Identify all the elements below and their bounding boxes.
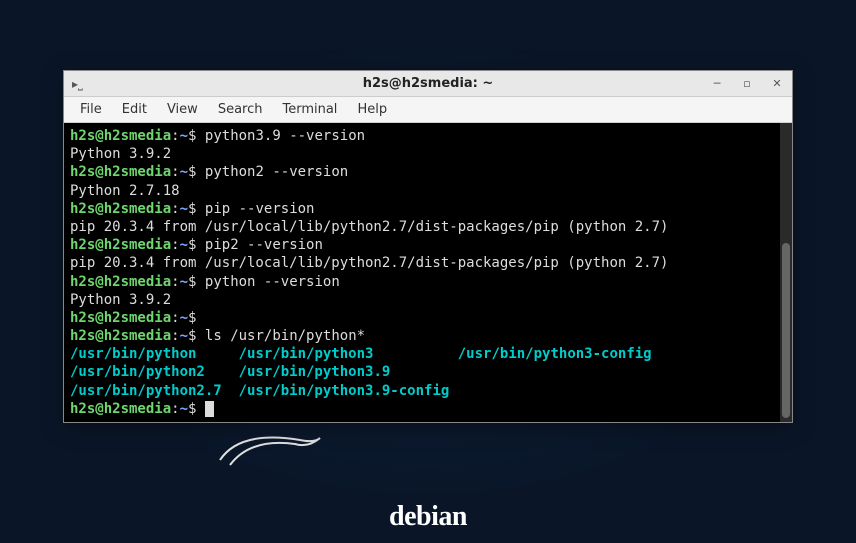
prompt-sep: : bbox=[171, 274, 179, 290]
close-button[interactable]: ✕ bbox=[770, 77, 784, 91]
command-line: python2 --version bbox=[205, 164, 348, 180]
prompt-symbol: $ bbox=[188, 328, 196, 344]
window-title: h2s@h2smedia: ~ bbox=[64, 76, 792, 91]
output-line: Python 2.7.18 bbox=[70, 182, 786, 200]
terminal-body[interactable]: h2s@h2smedia:~$ python3.9 --versionPytho… bbox=[64, 123, 792, 422]
prompt-symbol: $ bbox=[188, 164, 196, 180]
command-line: ls /usr/bin/python* bbox=[205, 328, 365, 344]
prompt-symbol: $ bbox=[188, 237, 196, 253]
prompt-user: h2s@h2smedia bbox=[70, 237, 171, 253]
terminal-scrollbar[interactable] bbox=[780, 123, 792, 422]
prompt-sep: : bbox=[171, 201, 179, 217]
command-line: pip2 --version bbox=[205, 237, 323, 253]
prompt-symbol: $ bbox=[188, 128, 196, 144]
prompt-user: h2s@h2smedia bbox=[70, 310, 171, 326]
prompt-path: ~ bbox=[180, 201, 188, 217]
menu-file[interactable]: File bbox=[70, 98, 112, 121]
prompt-user: h2s@h2smedia bbox=[70, 128, 171, 144]
terminal-content[interactable]: h2s@h2smedia:~$ python3.9 --versionPytho… bbox=[70, 127, 786, 418]
prompt-symbol: $ bbox=[188, 274, 196, 290]
prompt-symbol: $ bbox=[188, 401, 196, 417]
prompt-path: ~ bbox=[180, 164, 188, 180]
prompt-symbol: $ bbox=[188, 201, 196, 217]
titlebar[interactable]: ▸⎵ h2s@h2smedia: ~ ─ ▫ ✕ bbox=[64, 71, 792, 97]
debian-logo-text: debian bbox=[389, 501, 467, 533]
menu-edit[interactable]: Edit bbox=[112, 98, 157, 121]
prompt-path: ~ bbox=[180, 128, 188, 144]
prompt-sep: : bbox=[171, 310, 179, 326]
prompt-path: ~ bbox=[180, 328, 188, 344]
ls-entry: /usr/bin/python3-config bbox=[458, 346, 652, 362]
ls-entry: /usr/bin/python3.9-config bbox=[239, 383, 450, 399]
minimize-button[interactable]: ─ bbox=[710, 77, 724, 91]
output-line: Python 3.9.2 bbox=[70, 145, 786, 163]
maximize-button[interactable]: ▫ bbox=[740, 77, 754, 91]
menu-view[interactable]: View bbox=[157, 98, 208, 121]
prompt-sep: : bbox=[171, 237, 179, 253]
prompt-user: h2s@h2smedia bbox=[70, 328, 171, 344]
prompt-user: h2s@h2smedia bbox=[70, 401, 171, 417]
prompt-path: ~ bbox=[180, 274, 188, 290]
prompt-sep: : bbox=[171, 328, 179, 344]
prompt-path: ~ bbox=[180, 237, 188, 253]
menu-help[interactable]: Help bbox=[347, 98, 397, 121]
command-line: python3.9 --version bbox=[205, 128, 365, 144]
command-line: python --version bbox=[205, 274, 340, 290]
ls-entry: /usr/bin/python bbox=[70, 346, 196, 362]
prompt-user: h2s@h2smedia bbox=[70, 201, 171, 217]
menu-search[interactable]: Search bbox=[208, 98, 273, 121]
prompt-symbol: $ bbox=[188, 310, 196, 326]
ls-entry: /usr/bin/python3 bbox=[239, 346, 374, 362]
prompt-path: ~ bbox=[180, 401, 188, 417]
prompt-path: ~ bbox=[180, 310, 188, 326]
output-line: pip 20.3.4 from /usr/local/lib/python2.7… bbox=[70, 254, 786, 272]
prompt-user: h2s@h2smedia bbox=[70, 164, 171, 180]
output-line: Python 3.9.2 bbox=[70, 291, 786, 309]
gap bbox=[222, 383, 239, 399]
prompt-user: h2s@h2smedia bbox=[70, 274, 171, 290]
prompt-sep: : bbox=[171, 401, 179, 417]
prompt-sep: : bbox=[171, 128, 179, 144]
ls-entry: /usr/bin/python3.9 bbox=[239, 364, 391, 380]
menu-terminal[interactable]: Terminal bbox=[272, 98, 347, 121]
gap bbox=[373, 346, 457, 362]
terminal-app-icon: ▸⎵ bbox=[72, 77, 86, 91]
gap bbox=[205, 364, 239, 380]
gap bbox=[196, 346, 238, 362]
ls-entry: /usr/bin/python2 bbox=[70, 364, 205, 380]
prompt-sep: : bbox=[171, 164, 179, 180]
terminal-window: ▸⎵ h2s@h2smedia: ~ ─ ▫ ✕ File Edit View … bbox=[63, 70, 793, 423]
ls-entry: /usr/bin/python2.7 bbox=[70, 383, 222, 399]
command-line: pip --version bbox=[205, 201, 315, 217]
scrollbar-thumb[interactable] bbox=[782, 243, 790, 418]
output-line: pip 20.3.4 from /usr/local/lib/python2.7… bbox=[70, 218, 786, 236]
menubar: File Edit View Search Terminal Help bbox=[64, 97, 792, 123]
cursor-icon bbox=[205, 401, 214, 417]
